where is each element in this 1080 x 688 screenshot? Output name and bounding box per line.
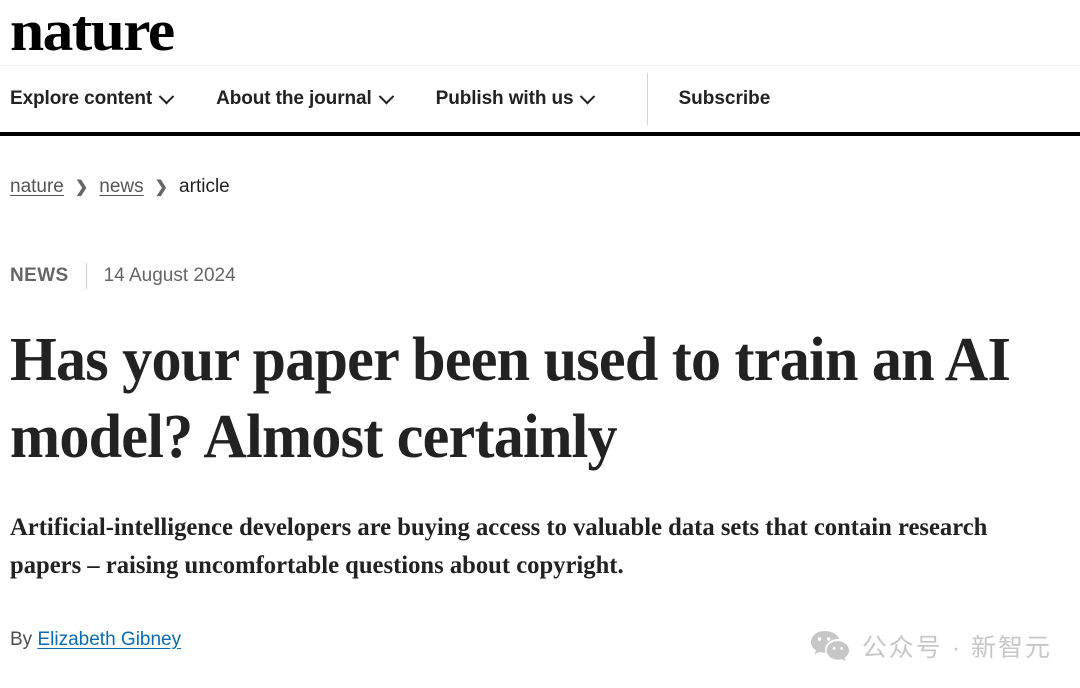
nav-item-label: Publish with us [435,88,574,109]
site-masthead: nature [0,0,1080,66]
nav-divider [647,73,649,125]
watermark-text: 公众号 · 新智元 [861,634,1052,662]
breadcrumb-item-article: article [179,176,230,197]
primary-navigation: Explore content About the journal Publis… [0,66,1080,136]
breadcrumb-separator-icon: ❯ [154,179,169,196]
nav-item-label: About the journal [216,88,372,109]
nav-item-publish-with-us[interactable]: Publish with us [435,88,596,110]
nav-item-label: Explore content [10,88,153,109]
page-title: Has your paper been used to train an AI … [10,326,1011,471]
chevron-down-icon [378,88,394,104]
breadcrumb: nature ❯ news ❯ article [10,176,1070,198]
article-meta: NEWS 14 August 2024 [10,263,1070,289]
article-kicker: NEWS [10,265,69,286]
breadcrumb-item-news[interactable]: news [99,176,143,198]
nav-item-subscribe[interactable]: Subscribe [678,88,770,110]
nav-item-explore-content[interactable]: Explore content [10,88,175,110]
article-main: nature ❯ news ❯ article NEWS 14 August 2… [0,176,1080,651]
breadcrumb-separator-icon: ❯ [74,179,89,196]
article-date: 14 August 2024 [103,265,236,286]
breadcrumb-item-nature[interactable]: nature [10,176,64,198]
nature-logo[interactable]: nature [10,1,175,60]
article-standfirst: Artificial-intelligence developers are b… [10,514,988,579]
wechat-watermark: 公众号 · 新智元 [810,628,1052,664]
meta-divider [85,263,87,289]
byline-prefix: By [10,629,33,650]
chevron-down-icon [158,88,175,104]
nav-item-about-the-journal[interactable]: About the journal [216,88,394,110]
wechat-icon [810,630,850,662]
byline-author-link[interactable]: Elizabeth Gibney [37,629,181,650]
chevron-down-icon [580,88,596,104]
